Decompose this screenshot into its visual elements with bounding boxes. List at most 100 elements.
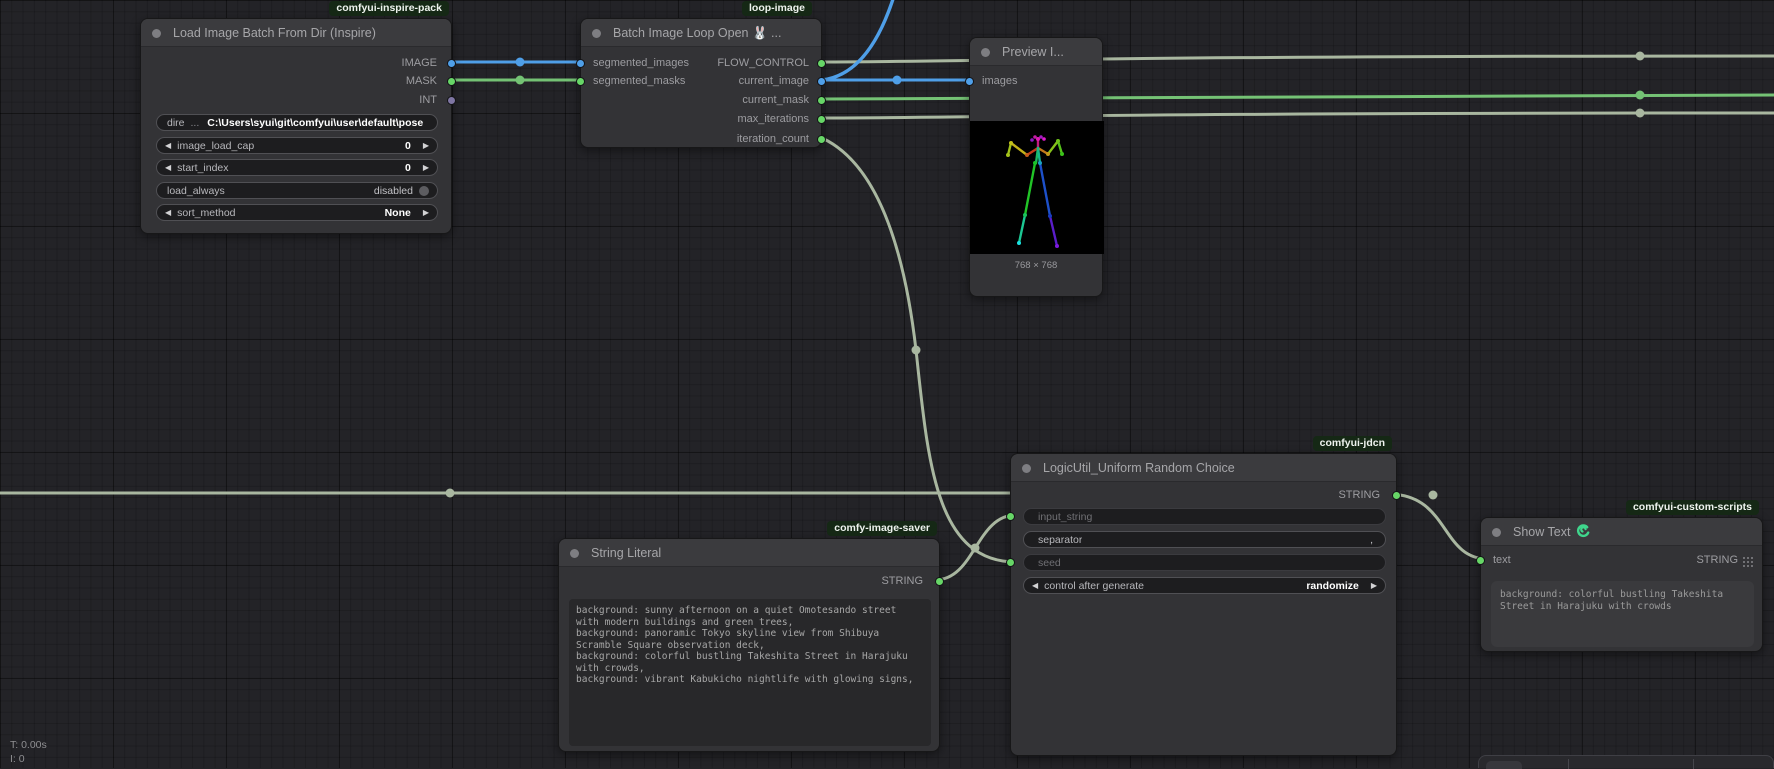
output-port-current-image[interactable]: [817, 77, 826, 86]
node-title-bar[interactable]: Load Image Batch From Dir (Inspire): [141, 19, 451, 47]
node-title-bar[interactable]: Show Text: [1481, 518, 1762, 546]
prev-arrow-icon[interactable]: ◀: [165, 204, 171, 221]
link-midpoint-dot: [446, 489, 455, 498]
preview-pose-image: [970, 121, 1104, 254]
increment-arrow-icon[interactable]: ▶: [423, 159, 429, 176]
node-graph-canvas[interactable]: comfyui-inspire-pack Load Image Batch Fr…: [0, 0, 1774, 768]
collapse-dot-icon[interactable]: [981, 48, 990, 57]
widget-label: sort_method: [177, 207, 235, 219]
collapse-dot-icon[interactable]: [570, 549, 579, 558]
increment-arrow-icon[interactable]: ▶: [423, 137, 429, 154]
wire-current-mask: [822, 95, 1774, 99]
node-source-badge: loop-image: [742, 1, 812, 16]
input-port-images[interactable]: [965, 77, 974, 86]
widget-start-index[interactable]: ◀ start_index 0 ▶: [156, 159, 438, 176]
collapse-dot-icon[interactable]: [1492, 528, 1501, 537]
collapse-dot-icon[interactable]: [1022, 464, 1031, 473]
partial-node[interactable]: [1478, 755, 1774, 768]
output-port-iteration-count[interactable]: [817, 135, 826, 144]
iteration-stat: I: 0: [10, 752, 25, 766]
widget-value: None: [385, 207, 411, 219]
execution-time-stat: T: 0.00s: [10, 738, 47, 752]
widget-separator[interactable]: separator ,: [1023, 531, 1386, 548]
node-title: Batch Image Loop Open 🐰 ...: [613, 26, 781, 40]
widget-sort-method[interactable]: ◀ sort_method None ▶: [156, 204, 438, 221]
node-batch-image-loop[interactable]: loop-image Batch Image Loop Open 🐰 ... s…: [580, 18, 822, 148]
openpose-skeleton: [970, 121, 1104, 254]
widget-image-load-cap[interactable]: ◀ image_load_cap 0 ▶: [156, 137, 438, 154]
pysssss-snake-icon: [1575, 528, 1590, 542]
output-label-current-mask: current_mask: [742, 91, 809, 109]
decrement-arrow-icon[interactable]: ◀: [165, 137, 171, 154]
input-port-segmented-masks[interactable]: [576, 77, 585, 86]
output-label-int: INT: [419, 91, 437, 109]
output-port-mask[interactable]: [447, 77, 456, 86]
widget-value: randomize: [1306, 580, 1359, 592]
next-arrow-icon[interactable]: ▶: [1371, 577, 1377, 594]
output-label-iteration-count: iteration_count: [737, 130, 809, 148]
node-title: LogicUtil_Uniform Random Choice: [1043, 461, 1235, 475]
widget-value: ,: [1370, 534, 1373, 546]
widget-input-string[interactable]: input_string: [1023, 508, 1386, 525]
collapse-dot-icon[interactable]: [592, 29, 601, 38]
output-label-max-iterations: max_iterations: [737, 110, 809, 128]
output-label-image: IMAGE: [402, 54, 437, 72]
link-midpoint-dot: [971, 544, 980, 553]
string-literal-textarea[interactable]: background: sunny afternoon on a quiet O…: [569, 599, 931, 746]
node-source-badge: comfyui-custom-scripts: [1626, 500, 1759, 515]
toggle-knob-icon[interactable]: [419, 186, 429, 196]
output-port-flow-control[interactable]: [817, 59, 826, 68]
node-title: Show Text: [1513, 525, 1570, 539]
output-port-image[interactable]: [447, 59, 456, 68]
node-load-image-batch[interactable]: comfyui-inspire-pack Load Image Batch Fr…: [140, 18, 452, 234]
widget-grid-icon[interactable]: [1743, 555, 1754, 573]
node-source-badge: comfyui-inspire-pack: [329, 1, 449, 16]
node-preview-image[interactable]: Preview I... images: [969, 37, 1103, 297]
widget-label: image_load_cap: [177, 140, 254, 152]
next-arrow-icon[interactable]: ▶: [423, 204, 429, 221]
widget-control-after-generate[interactable]: ◀ control after generate randomize ▶: [1023, 577, 1386, 594]
show-text-display[interactable]: background: colorful bustling Takeshita …: [1491, 581, 1754, 647]
wire-string-to-showtext: [1388, 494, 1488, 559]
node-title: String Literal: [591, 546, 661, 560]
decrement-arrow-icon[interactable]: ◀: [165, 159, 171, 176]
node-title-bar[interactable]: Preview I...: [970, 38, 1102, 66]
node-title-bar[interactable]: LogicUtil_Uniform Random Choice: [1011, 454, 1396, 482]
output-label-flow-control: FLOW_CONTROL: [717, 54, 809, 72]
widget-value: C:\Users\syui\git\comfyui\user\default\p…: [207, 117, 429, 129]
truncation-ellipsis: ...: [191, 117, 200, 129]
node-show-text[interactable]: comfyui-custom-scripts Show Text text ST…: [1480, 517, 1763, 652]
output-label-string: STRING: [1338, 486, 1380, 504]
widget-value: disabled: [374, 185, 413, 197]
input-port-input-string[interactable]: [1006, 512, 1015, 521]
output-port-max-iterations[interactable]: [817, 115, 826, 124]
output-port-current-mask[interactable]: [817, 96, 826, 105]
input-port-seed[interactable]: [1006, 558, 1015, 567]
link-midpoint-dot: [1429, 491, 1438, 500]
wire-max-iterations: [822, 113, 1774, 118]
node-title-bar[interactable]: String Literal: [559, 539, 939, 567]
prev-arrow-icon[interactable]: ◀: [1032, 577, 1038, 594]
input-label-segmented-images: segmented_images: [593, 54, 689, 72]
input-port-text[interactable]: [1476, 556, 1485, 565]
output-label-string: STRING: [1696, 551, 1738, 569]
wire-current-image-offscreen: [822, 0, 894, 80]
widget-value: 0: [405, 140, 411, 152]
widget-load-always[interactable]: load_always disabled: [156, 182, 438, 199]
collapse-dot-icon[interactable]: [152, 29, 161, 38]
input-port-segmented-images[interactable]: [576, 59, 585, 68]
node-string-literal[interactable]: comfy-image-saver String Literal STRING …: [558, 538, 940, 752]
output-port-string[interactable]: [935, 577, 944, 586]
output-port-int[interactable]: [447, 96, 456, 105]
widget-label: input_string: [1038, 511, 1092, 523]
widget-seed[interactable]: seed: [1023, 554, 1386, 571]
preview-resolution: 768 × 768: [970, 260, 1102, 271]
widget-label: control after generate: [1044, 580, 1144, 592]
widget-directory[interactable]: dire ... C:\Users\syui\git\comfyui\user\…: [156, 114, 438, 131]
output-port-string[interactable]: [1392, 491, 1401, 500]
widget-value: 0: [405, 162, 411, 174]
node-logicutil-random-choice[interactable]: comfyui-jdcn LogicUtil_Uniform Random Ch…: [1010, 453, 1397, 756]
node-title: Preview I...: [1002, 45, 1064, 59]
node-title-bar[interactable]: Batch Image Loop Open 🐰 ...: [581, 19, 821, 47]
link-midpoint-dot: [893, 76, 902, 85]
